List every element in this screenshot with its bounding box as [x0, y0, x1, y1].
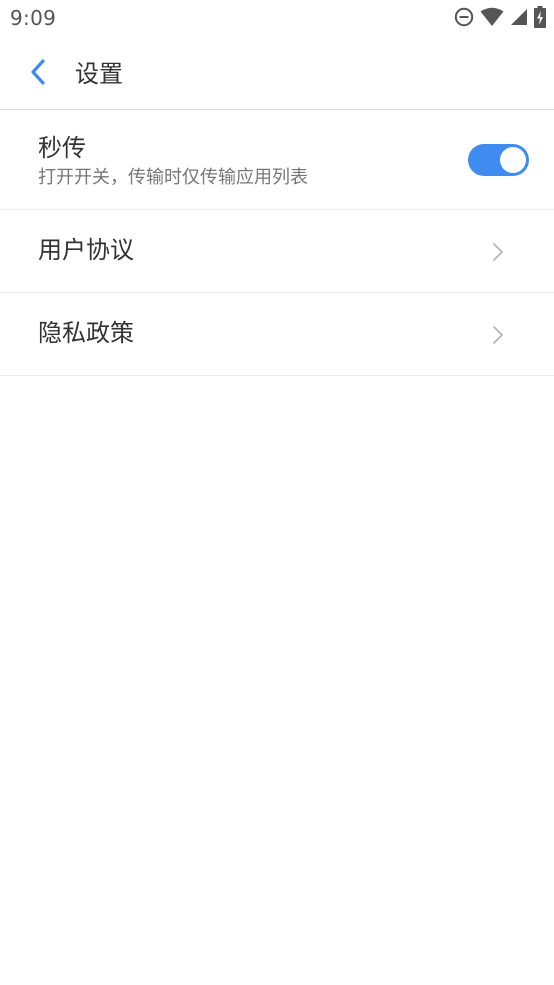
settings-list: 秒传 打开开关，传输时仅传输应用列表 用户协议 隐私政策 [0, 110, 554, 376]
status-bar: 9:09 [0, 0, 554, 38]
setting-user-agreement-title: 用户协议 [38, 236, 134, 264]
chevron-right-icon [492, 242, 504, 262]
page-title: 设置 [75, 60, 123, 88]
setting-instant-transfer-title: 秒传 [38, 134, 86, 162]
setting-instant-transfer[interactable]: 秒传 打开开关，传输时仅传输应用列表 [0, 110, 554, 210]
chevron-left-icon [29, 58, 47, 90]
app-bar: 设置 [0, 38, 554, 110]
wifi-icon [480, 7, 504, 31]
setting-privacy-policy-title: 隐私政策 [38, 319, 134, 347]
setting-privacy-policy[interactable]: 隐私政策 [0, 293, 554, 376]
instant-transfer-toggle[interactable] [468, 144, 529, 176]
settings-screen: 9:09 设置 秒传 打开开关，传输时仅传输应用列表 用户协议 隐私政策 [0, 0, 554, 985]
setting-instant-transfer-subtitle: 打开开关，传输时仅传输应用列表 [38, 167, 308, 188]
back-button[interactable] [18, 54, 58, 94]
battery-charging-icon [534, 6, 546, 32]
toggle-knob [500, 147, 526, 173]
status-icons [454, 6, 546, 32]
chevron-right-icon [492, 325, 504, 345]
setting-user-agreement[interactable]: 用户协议 [0, 210, 554, 293]
cell-signal-icon [510, 8, 528, 30]
status-time: 9:09 [10, 6, 57, 30]
do-not-disturb-icon [454, 7, 474, 31]
